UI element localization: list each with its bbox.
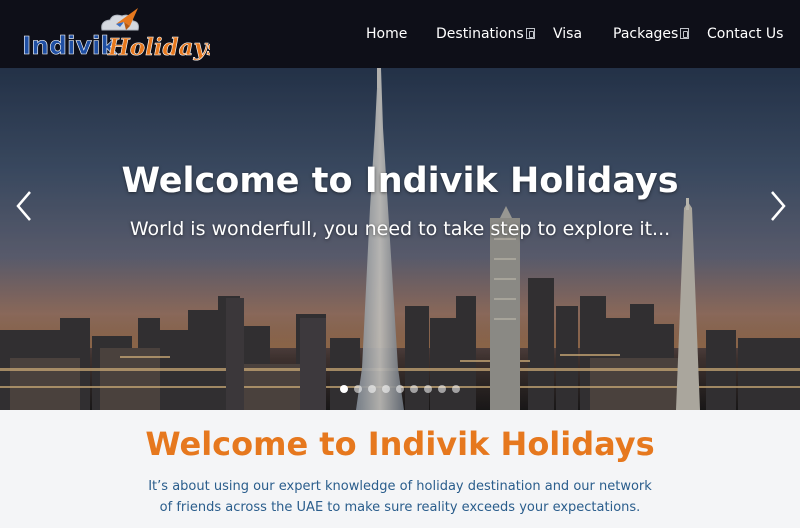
- nav-item-label: Destinations: [436, 26, 524, 42]
- welcome-title: Welcome to Indivik Holidays: [145, 425, 655, 463]
- carousel-indicator[interactable]: [340, 385, 348, 393]
- nav-item-label: Contact Us: [707, 26, 784, 42]
- carousel-indicators: [336, 385, 466, 395]
- carousel-indicator[interactable]: [382, 385, 390, 393]
- nav-item-label: Home: [366, 26, 408, 42]
- main-menu: Home Destinations Visa Packages Contact …: [0, 0, 800, 68]
- hero-subtitle: World is wonderfull, you need to take st…: [129, 218, 671, 240]
- carousel-indicator[interactable]: [452, 385, 460, 393]
- carousel-prev-button[interactable]: [10, 186, 40, 226]
- nav-item-visa[interactable]: Visa: [553, 24, 582, 44]
- carousel-indicator[interactable]: [410, 385, 418, 393]
- carousel-indicator[interactable]: [396, 385, 404, 393]
- carousel-next-button[interactable]: [762, 186, 792, 226]
- nav-item-packages[interactable]: Packages: [613, 24, 690, 44]
- carousel-indicator[interactable]: [438, 385, 446, 393]
- nav-item-label: Visa: [553, 26, 583, 42]
- nav-item-destinations[interactable]: Destinations: [436, 24, 535, 44]
- dropdown-icon: [525, 28, 535, 39]
- hero-carousel: Welcome to Indivik Holidays World is won…: [0, 68, 800, 410]
- hero-title: Welcome to Indivik Holidays: [121, 161, 679, 201]
- chevron-left-icon: [16, 191, 31, 221]
- welcome-text: It’s about using our expert knowledge of…: [148, 479, 652, 515]
- carousel-indicator[interactable]: [354, 385, 362, 393]
- nav-item-contact-us[interactable]: Contact Us: [707, 24, 783, 44]
- carousel-indicator[interactable]: [368, 385, 376, 393]
- welcome-section: Welcome to Indivik Holidays It’s about u…: [0, 410, 800, 528]
- dropdown-icon: [680, 28, 690, 39]
- carousel-indicator[interactable]: [424, 385, 432, 393]
- top-navbar: Indivik Holidays Home Destinations Visa …: [0, 0, 800, 68]
- nav-item-home[interactable]: Home: [366, 24, 407, 44]
- chevron-right-icon: [771, 191, 786, 221]
- nav-item-label: Packages: [613, 26, 679, 42]
